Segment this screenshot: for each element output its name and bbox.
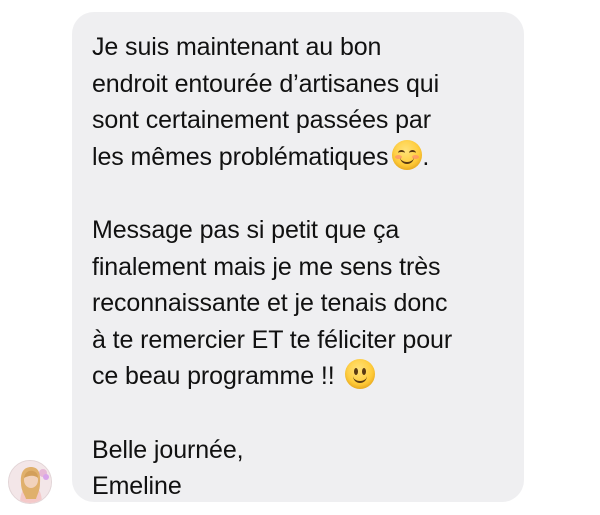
- message-line: reconnaissante et je tenais donc: [92, 289, 448, 318]
- message-line: Message pas si petit que ça: [92, 215, 400, 244]
- message-paragraph-2: Message pas si petit que ça finalement m…: [92, 212, 506, 395]
- message-bubble[interactable]: Je suis maintenant au bon endroit entour…: [72, 12, 524, 502]
- profile-photo-icon: [9, 461, 51, 503]
- message-line: endroit entourée d’artisanes qui: [92, 69, 440, 98]
- message-line-with-emoji: les mêmes problématiques.: [92, 139, 506, 176]
- message-trailing-punctuation: .: [422, 142, 430, 171]
- message-line: finalement mais je me sens très: [92, 252, 441, 281]
- message-line: Je suis maintenant au bon: [92, 33, 382, 61]
- smiling-face-with-smiling-eyes-icon: [392, 139, 423, 170]
- sender-avatar[interactable]: [8, 460, 52, 504]
- message-thread: Je suis maintenant au bon endroit entour…: [0, 0, 600, 515]
- signature-name: Emeline: [92, 472, 182, 501]
- message-line: à te remercier ET te féliciter pour: [92, 325, 453, 354]
- slightly-smiling-face-icon: [345, 359, 376, 390]
- message-line: Belle journée,: [92, 435, 244, 464]
- message-line-text: ce beau programme !!: [92, 362, 335, 391]
- message-line: sont certainement passées par: [92, 106, 431, 135]
- message-line-text: les mêmes problématiques: [92, 142, 389, 171]
- message-line-with-emoji: ce beau programme !!: [92, 358, 506, 395]
- message-signoff: Belle journée, Emeline: [92, 432, 506, 505]
- message-paragraph-1: Je suis maintenant au bon endroit entour…: [92, 29, 506, 175]
